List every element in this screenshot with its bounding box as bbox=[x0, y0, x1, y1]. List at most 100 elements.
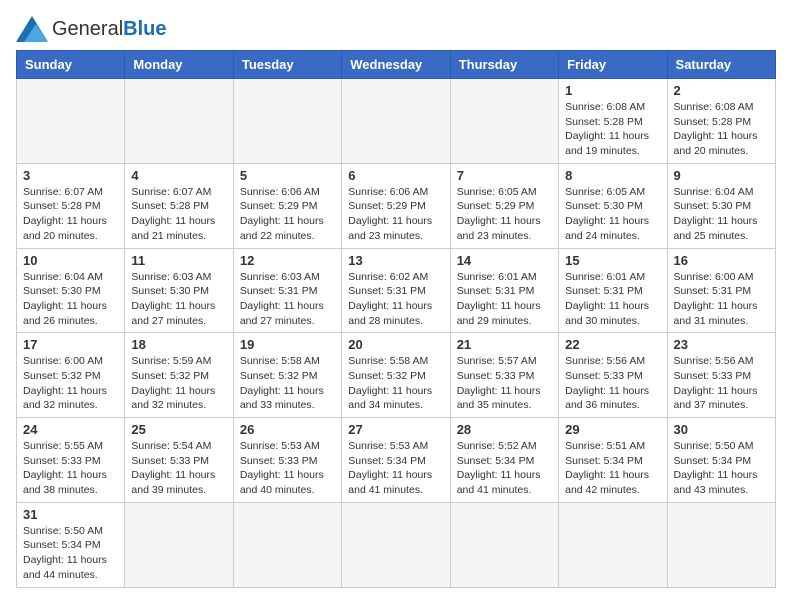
calendar-week-row: 10 Sunrise: 6:04 AM Sunset: 5:30 PM Dayli… bbox=[17, 248, 776, 333]
day-number: 31 bbox=[23, 507, 118, 522]
calendar-day-cell: 5 Sunrise: 6:06 AM Sunset: 5:29 PM Daylig… bbox=[233, 163, 341, 248]
day-info: Sunrise: 5:53 AM Sunset: 5:33 PM Dayligh… bbox=[240, 439, 335, 498]
calendar-day-cell: 31 Sunrise: 5:50 AM Sunset: 5:34 PM Dayli… bbox=[17, 502, 125, 587]
day-info: Sunrise: 6:00 AM Sunset: 5:32 PM Dayligh… bbox=[23, 354, 118, 413]
day-info: Sunrise: 5:58 AM Sunset: 5:32 PM Dayligh… bbox=[240, 354, 335, 413]
logo: GeneralBlue bbox=[16, 16, 167, 42]
day-number: 9 bbox=[674, 168, 769, 183]
weekday-header-friday: Friday bbox=[559, 51, 667, 79]
calendar-day-cell: 21 Sunrise: 5:57 AM Sunset: 5:33 PM Dayli… bbox=[450, 333, 558, 418]
day-info: Sunrise: 6:03 AM Sunset: 5:30 PM Dayligh… bbox=[131, 270, 226, 329]
day-info: Sunrise: 5:59 AM Sunset: 5:32 PM Dayligh… bbox=[131, 354, 226, 413]
day-number: 23 bbox=[674, 337, 769, 352]
calendar-day-cell: 11 Sunrise: 6:03 AM Sunset: 5:30 PM Dayli… bbox=[125, 248, 233, 333]
day-info: Sunrise: 6:07 AM Sunset: 5:28 PM Dayligh… bbox=[131, 185, 226, 244]
calendar-day-cell: 4 Sunrise: 6:07 AM Sunset: 5:28 PM Daylig… bbox=[125, 163, 233, 248]
calendar-day-cell bbox=[450, 502, 558, 587]
day-number: 22 bbox=[565, 337, 660, 352]
day-info: Sunrise: 6:07 AM Sunset: 5:28 PM Dayligh… bbox=[23, 185, 118, 244]
day-number: 12 bbox=[240, 253, 335, 268]
calendar-day-cell: 6 Sunrise: 6:06 AM Sunset: 5:29 PM Daylig… bbox=[342, 163, 450, 248]
calendar-day-cell bbox=[233, 502, 341, 587]
weekday-header-sunday: Sunday bbox=[17, 51, 125, 79]
calendar-day-cell: 1 Sunrise: 6:08 AM Sunset: 5:28 PM Daylig… bbox=[559, 79, 667, 164]
calendar-day-cell: 23 Sunrise: 5:56 AM Sunset: 5:33 PM Dayli… bbox=[667, 333, 775, 418]
day-info: Sunrise: 5:54 AM Sunset: 5:33 PM Dayligh… bbox=[131, 439, 226, 498]
day-info: Sunrise: 6:01 AM Sunset: 5:31 PM Dayligh… bbox=[565, 270, 660, 329]
calendar-day-cell: 30Sunrise: 5:50 AM Sunset: 5:34 PM Dayli… bbox=[667, 418, 775, 503]
calendar-day-cell: 17 Sunrise: 6:00 AM Sunset: 5:32 PM Dayli… bbox=[17, 333, 125, 418]
calendar-day-cell: 13Sunrise: 6:02 AM Sunset: 5:31 PM Dayli… bbox=[342, 248, 450, 333]
day-number: 13 bbox=[348, 253, 443, 268]
day-number: 2 bbox=[674, 83, 769, 98]
day-info: Sunrise: 6:04 AM Sunset: 5:30 PM Dayligh… bbox=[674, 185, 769, 244]
day-number: 3 bbox=[23, 168, 118, 183]
calendar-table: SundayMondayTuesdayWednesdayThursdayFrid… bbox=[16, 50, 776, 588]
day-info: Sunrise: 5:58 AM Sunset: 5:32 PM Dayligh… bbox=[348, 354, 443, 413]
day-number: 6 bbox=[348, 168, 443, 183]
calendar-day-cell: 27 Sunrise: 5:53 AM Sunset: 5:34 PM Dayli… bbox=[342, 418, 450, 503]
page-header: GeneralBlue bbox=[16, 16, 776, 42]
day-info: Sunrise: 6:05 AM Sunset: 5:29 PM Dayligh… bbox=[457, 185, 552, 244]
day-info: Sunrise: 6:05 AM Sunset: 5:30 PM Dayligh… bbox=[565, 185, 660, 244]
day-number: 11 bbox=[131, 253, 226, 268]
calendar-day-cell: 9 Sunrise: 6:04 AM Sunset: 5:30 PM Daylig… bbox=[667, 163, 775, 248]
calendar-day-cell bbox=[342, 502, 450, 587]
calendar-day-cell: 29Sunrise: 5:51 AM Sunset: 5:34 PM Dayli… bbox=[559, 418, 667, 503]
weekday-header-wednesday: Wednesday bbox=[342, 51, 450, 79]
day-info: Sunrise: 6:00 AM Sunset: 5:31 PM Dayligh… bbox=[674, 270, 769, 329]
day-number: 20 bbox=[348, 337, 443, 352]
day-number: 17 bbox=[23, 337, 118, 352]
day-info: Sunrise: 6:08 AM Sunset: 5:28 PM Dayligh… bbox=[565, 100, 660, 159]
day-number: 15 bbox=[565, 253, 660, 268]
day-info: Sunrise: 6:08 AM Sunset: 5:28 PM Dayligh… bbox=[674, 100, 769, 159]
calendar-day-cell: 26Sunrise: 5:53 AM Sunset: 5:33 PM Dayli… bbox=[233, 418, 341, 503]
day-info: Sunrise: 5:57 AM Sunset: 5:33 PM Dayligh… bbox=[457, 354, 552, 413]
day-info: Sunrise: 5:50 AM Sunset: 5:34 PM Dayligh… bbox=[23, 524, 118, 583]
day-info: Sunrise: 5:53 AM Sunset: 5:34 PM Dayligh… bbox=[348, 439, 443, 498]
calendar-day-cell: 12 Sunrise: 6:03 AM Sunset: 5:31 PM Dayli… bbox=[233, 248, 341, 333]
weekday-header-monday: Monday bbox=[125, 51, 233, 79]
day-number: 1 bbox=[565, 83, 660, 98]
day-info: Sunrise: 6:04 AM Sunset: 5:30 PM Dayligh… bbox=[23, 270, 118, 329]
calendar-day-cell: 15 Sunrise: 6:01 AM Sunset: 5:31 PM Dayli… bbox=[559, 248, 667, 333]
calendar-day-cell bbox=[342, 79, 450, 164]
weekday-header-saturday: Saturday bbox=[667, 51, 775, 79]
calendar-day-cell: 22Sunrise: 5:56 AM Sunset: 5:33 PM Dayli… bbox=[559, 333, 667, 418]
day-number: 7 bbox=[457, 168, 552, 183]
calendar-day-cell bbox=[450, 79, 558, 164]
calendar-day-cell bbox=[667, 502, 775, 587]
day-number: 21 bbox=[457, 337, 552, 352]
day-number: 4 bbox=[131, 168, 226, 183]
calendar-day-cell: 14Sunrise: 6:01 AM Sunset: 5:31 PM Dayli… bbox=[450, 248, 558, 333]
calendar-header-row: SundayMondayTuesdayWednesdayThursdayFrid… bbox=[17, 51, 776, 79]
day-number: 19 bbox=[240, 337, 335, 352]
calendar-week-row: 31 Sunrise: 5:50 AM Sunset: 5:34 PM Dayli… bbox=[17, 502, 776, 587]
calendar-day-cell: 3 Sunrise: 6:07 AM Sunset: 5:28 PM Daylig… bbox=[17, 163, 125, 248]
calendar-day-cell bbox=[559, 502, 667, 587]
calendar-day-cell: 24Sunrise: 5:55 AM Sunset: 5:33 PM Dayli… bbox=[17, 418, 125, 503]
day-number: 24 bbox=[23, 422, 118, 437]
day-info: Sunrise: 6:03 AM Sunset: 5:31 PM Dayligh… bbox=[240, 270, 335, 329]
day-info: Sunrise: 5:56 AM Sunset: 5:33 PM Dayligh… bbox=[674, 354, 769, 413]
weekday-header-tuesday: Tuesday bbox=[233, 51, 341, 79]
calendar-day-cell: 20 Sunrise: 5:58 AM Sunset: 5:32 PM Dayli… bbox=[342, 333, 450, 418]
calendar-week-row: 24Sunrise: 5:55 AM Sunset: 5:33 PM Dayli… bbox=[17, 418, 776, 503]
calendar-day-cell: 7 Sunrise: 6:05 AM Sunset: 5:29 PM Daylig… bbox=[450, 163, 558, 248]
day-number: 29 bbox=[565, 422, 660, 437]
calendar-day-cell: 19 Sunrise: 5:58 AM Sunset: 5:32 PM Dayli… bbox=[233, 333, 341, 418]
day-number: 27 bbox=[348, 422, 443, 437]
day-info: Sunrise: 5:50 AM Sunset: 5:34 PM Dayligh… bbox=[674, 439, 769, 498]
logo-text: GeneralBlue bbox=[52, 18, 167, 41]
calendar-day-cell bbox=[233, 79, 341, 164]
day-number: 5 bbox=[240, 168, 335, 183]
day-info: Sunrise: 6:06 AM Sunset: 5:29 PM Dayligh… bbox=[348, 185, 443, 244]
day-number: 10 bbox=[23, 253, 118, 268]
calendar-day-cell: 18 Sunrise: 5:59 AM Sunset: 5:32 PM Dayli… bbox=[125, 333, 233, 418]
calendar-day-cell bbox=[125, 502, 233, 587]
calendar-day-cell: 10 Sunrise: 6:04 AM Sunset: 5:30 PM Dayli… bbox=[17, 248, 125, 333]
day-number: 18 bbox=[131, 337, 226, 352]
day-info: Sunrise: 6:06 AM Sunset: 5:29 PM Dayligh… bbox=[240, 185, 335, 244]
calendar-week-row: 17 Sunrise: 6:00 AM Sunset: 5:32 PM Dayli… bbox=[17, 333, 776, 418]
calendar-day-cell: 25Sunrise: 5:54 AM Sunset: 5:33 PM Dayli… bbox=[125, 418, 233, 503]
